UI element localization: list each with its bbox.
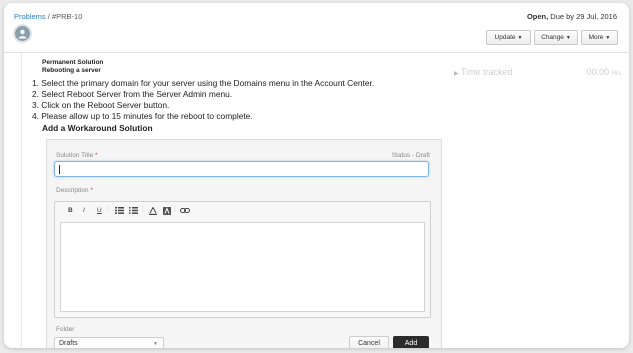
status-draft-label: Status - Draft [391, 152, 430, 159]
solution-step: 3. Click on the Reboot Server button. [32, 100, 170, 110]
background-color-icon[interactable] [163, 207, 171, 215]
toolbar-divider: | [142, 205, 144, 212]
solution-title-input[interactable] [54, 161, 429, 177]
description-label-text: Description [56, 187, 89, 194]
breadcrumb: Problems / #PRB-10 [14, 12, 82, 21]
status-state: Open, [526, 12, 549, 21]
workaround-form: Solution Title * Status - Draft Descript… [46, 139, 442, 348]
header-bar: Problems / #PRB-10 Open, Due by 29 Jul, … [4, 3, 629, 53]
chevron-right-icon: ▶ [454, 71, 459, 77]
more-button[interactable]: More ▼ [581, 30, 618, 45]
change-button-label: Change [541, 34, 564, 41]
italic-button[interactable]: I [83, 207, 85, 214]
toolbar-divider: | [174, 205, 176, 212]
solution-step: 2. Select Reboot Server from the Server … [32, 89, 233, 99]
solution-steps-list: 1. Select the primary domain for your se… [32, 78, 374, 122]
update-button[interactable]: Update ▼ [486, 30, 531, 45]
folder-label: Folder [56, 326, 75, 333]
text-cursor [59, 165, 60, 174]
link-icon[interactable] [180, 208, 190, 213]
numbered-list-icon[interactable] [129, 207, 138, 214]
required-marker: * [88, 187, 93, 194]
bullet-list-icon[interactable] [115, 207, 124, 214]
caret-down-icon: ▼ [605, 35, 611, 41]
workaround-title: Add a Workaround Solution [42, 123, 153, 133]
status-line: Open, Due by 29 Jul, 2016 [527, 12, 617, 21]
font-color-icon[interactable] [149, 207, 157, 215]
breadcrumb-current: #PRB-10 [51, 12, 83, 21]
solution-subheading: Rebooting a server [42, 67, 101, 74]
time-tracked-label: Time tracked [460, 67, 513, 77]
solution-title-label: Solution Title * [56, 152, 98, 159]
solution-title-label-text: Solution Title [56, 152, 94, 159]
more-button-label: More [588, 34, 604, 41]
avatar-icon [18, 29, 27, 39]
activity-timeline-line [21, 53, 22, 348]
toolbar-divider: | [107, 205, 109, 212]
chevron-down-icon: ▼ [153, 341, 158, 347]
caret-down-icon: ▼ [517, 35, 523, 41]
cancel-button[interactable]: Cancel [349, 336, 389, 348]
required-marker: * [93, 152, 98, 159]
add-button[interactable]: Add [393, 336, 429, 348]
time-tracked-value: 00:00 Hrs [587, 67, 621, 77]
due-date: Due by 29 Jul, 2016 [548, 12, 617, 21]
time-tracked-unit: Hrs [611, 71, 621, 77]
description-label: Description * [56, 187, 93, 194]
folder-select-value: Drafts [59, 340, 78, 347]
description-textarea[interactable] [60, 222, 425, 312]
time-tracked-amount: 00:00 [586, 67, 610, 77]
folder-select[interactable]: Drafts ▼ [54, 337, 164, 348]
avatar[interactable] [13, 24, 32, 43]
description-editor: B I U | | | [54, 201, 431, 318]
bold-button[interactable]: B [68, 207, 73, 214]
underline-button[interactable]: U [97, 207, 102, 214]
problem-detail-window: Problems / #PRB-10 Open, Due by 29 Jul, … [4, 3, 629, 348]
time-tracked-toggle[interactable]: ▶ Time tracked [454, 67, 513, 77]
solution-heading: Permanent Solution [42, 59, 104, 66]
change-button[interactable]: Change ▼ [534, 30, 578, 45]
update-button-label: Update [494, 34, 516, 41]
solution-step: 1. Select the primary domain for your se… [32, 78, 375, 88]
solution-step: 4. Please allow up to 15 minutes for the… [32, 111, 253, 121]
caret-down-icon: ▼ [565, 35, 571, 41]
breadcrumb-problems-link[interactable]: Problems [14, 12, 46, 21]
